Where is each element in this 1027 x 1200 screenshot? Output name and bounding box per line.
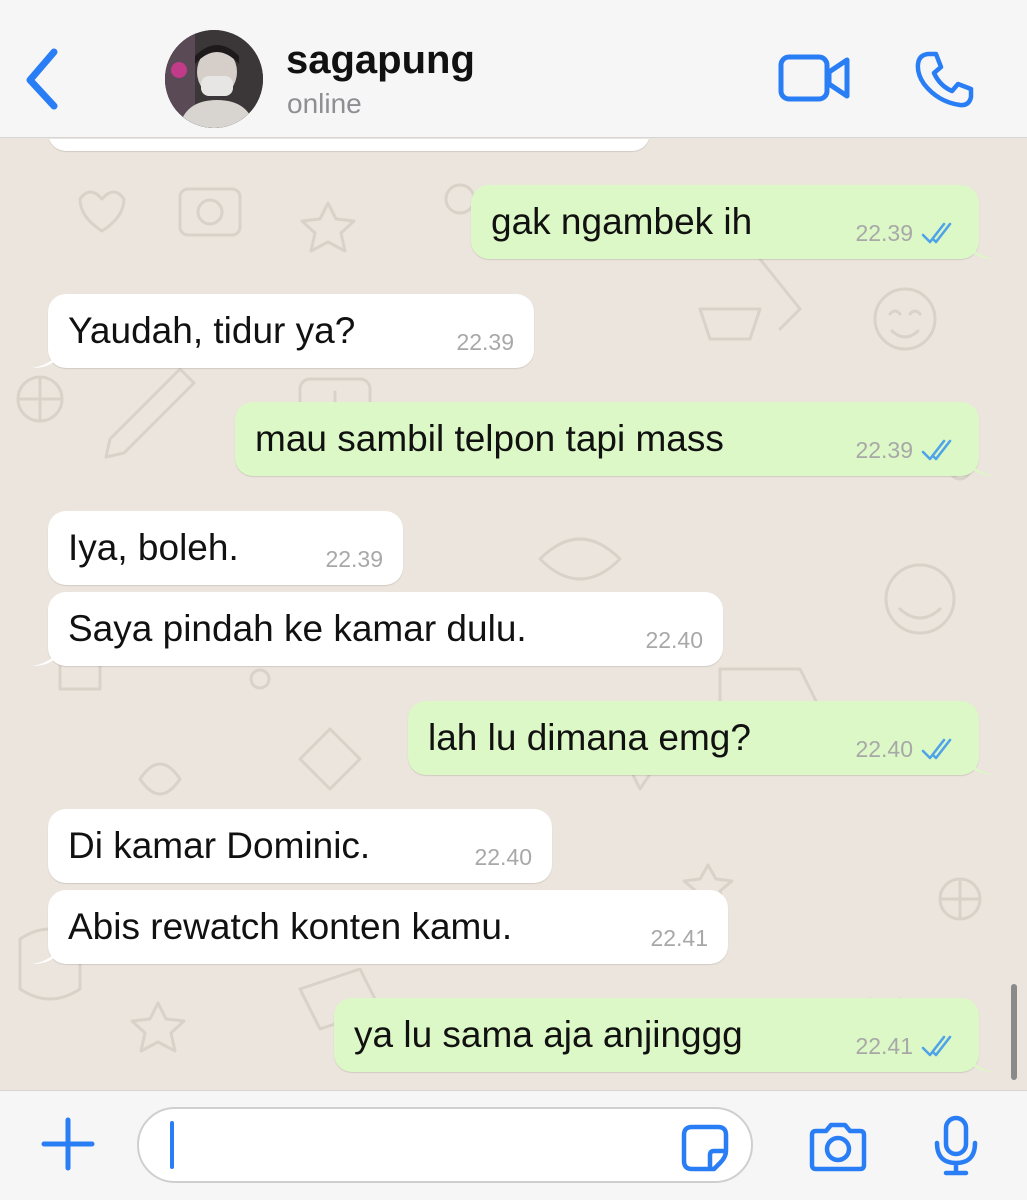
video-call-button[interactable] — [777, 52, 851, 104]
message-time: 22.39 — [855, 220, 913, 246]
read-receipt-icon — [921, 1035, 952, 1057]
bubble-tail — [965, 450, 995, 476]
message-time: 22.39 — [456, 329, 514, 355]
avatar-photo — [165, 30, 263, 128]
message-text: Yaudah, tidur ya? — [68, 310, 356, 351]
message-text: mau sambil telpon tapi mass — [255, 418, 724, 459]
bubble-tail — [32, 640, 62, 666]
message-text: gak ngambek ih — [491, 201, 753, 242]
phone-icon — [915, 51, 974, 108]
message-time: 22.40 — [474, 844, 532, 870]
message-bubble-outgoing[interactable]: gak ngambek ih 22.39 — [471, 185, 995, 259]
bubble-tail — [32, 342, 62, 368]
text-cursor — [170, 1121, 174, 1169]
message-text: Di kamar Dominic. — [68, 825, 371, 866]
plus-icon — [41, 1117, 95, 1171]
message-bubble-incoming[interactable]: Iya, boleh. 22.39 — [48, 511, 403, 585]
message-time: 22.39 — [325, 546, 383, 572]
message-bubble-incoming[interactable]: Abis rewatch konten kamu. 22.41 — [32, 890, 728, 964]
avatar[interactable] — [165, 30, 263, 128]
message-bubble-incoming[interactable]: Saya pindah ke kamar dulu. 22.40 — [32, 592, 723, 666]
chevron-left-icon — [26, 48, 58, 110]
message-text: Saya pindah ke kamar dulu. — [68, 608, 527, 649]
sticker-icon — [681, 1124, 729, 1172]
message-bubble-incoming[interactable]: Yaudah, tidur ya? 22.39 — [32, 294, 534, 368]
camera-button[interactable] — [806, 1121, 870, 1173]
read-receipt-icon — [921, 738, 952, 760]
chat-header: sagapung online — [0, 0, 1027, 138]
message-bubble-outgoing[interactable]: lah lu dimana emg? 22.40 — [408, 701, 995, 775]
message-bubble-outgoing[interactable]: mau sambil telpon tapi mass 22.39 — [235, 402, 995, 476]
attach-button[interactable] — [38, 1114, 98, 1174]
message-time: 22.40 — [645, 627, 703, 653]
voice-call-button[interactable] — [914, 50, 974, 108]
sticker-button[interactable] — [680, 1123, 730, 1173]
contact-name[interactable]: sagapung — [286, 38, 475, 83]
message-input[interactable] — [137, 1107, 753, 1183]
composer-bar — [0, 1090, 1027, 1200]
camera-icon — [809, 1122, 867, 1172]
bubble-tail — [965, 1046, 995, 1072]
chat-scrollbar[interactable] — [1011, 984, 1017, 1080]
contact-status: online — [287, 88, 362, 119]
message-time: 22.40 — [855, 736, 913, 762]
message-time: 22.41 — [855, 1033, 913, 1059]
message-text: Iya, boleh. — [68, 527, 239, 568]
message-time: 22.41 — [650, 925, 708, 951]
bubble-tail — [32, 938, 62, 964]
message-time: 22.39 — [855, 437, 913, 463]
message-bubble-incoming[interactable]: Di kamar Dominic. 22.40 — [48, 809, 552, 883]
bubble-tail — [965, 749, 995, 775]
back-button[interactable] — [18, 42, 68, 114]
bubble-tail — [965, 233, 995, 259]
message-text: lah lu dimana emg? — [428, 717, 751, 758]
message-text: ya lu sama aja anjinggg — [354, 1014, 743, 1055]
message-bubble-partial — [48, 139, 650, 151]
microphone-icon — [934, 1115, 978, 1176]
chat-messages-area[interactable]: gak ngambek ih 22.39 Yaudah, tidur ya? 2… — [0, 139, 1027, 1090]
microphone-button[interactable] — [932, 1115, 980, 1177]
read-receipt-icon — [921, 222, 952, 244]
message-text: Abis rewatch konten kamu. — [68, 906, 513, 947]
video-camera-icon — [778, 54, 850, 102]
read-receipt-icon — [921, 439, 952, 461]
message-bubble-outgoing[interactable]: ya lu sama aja anjinggg 22.41 — [334, 998, 995, 1072]
